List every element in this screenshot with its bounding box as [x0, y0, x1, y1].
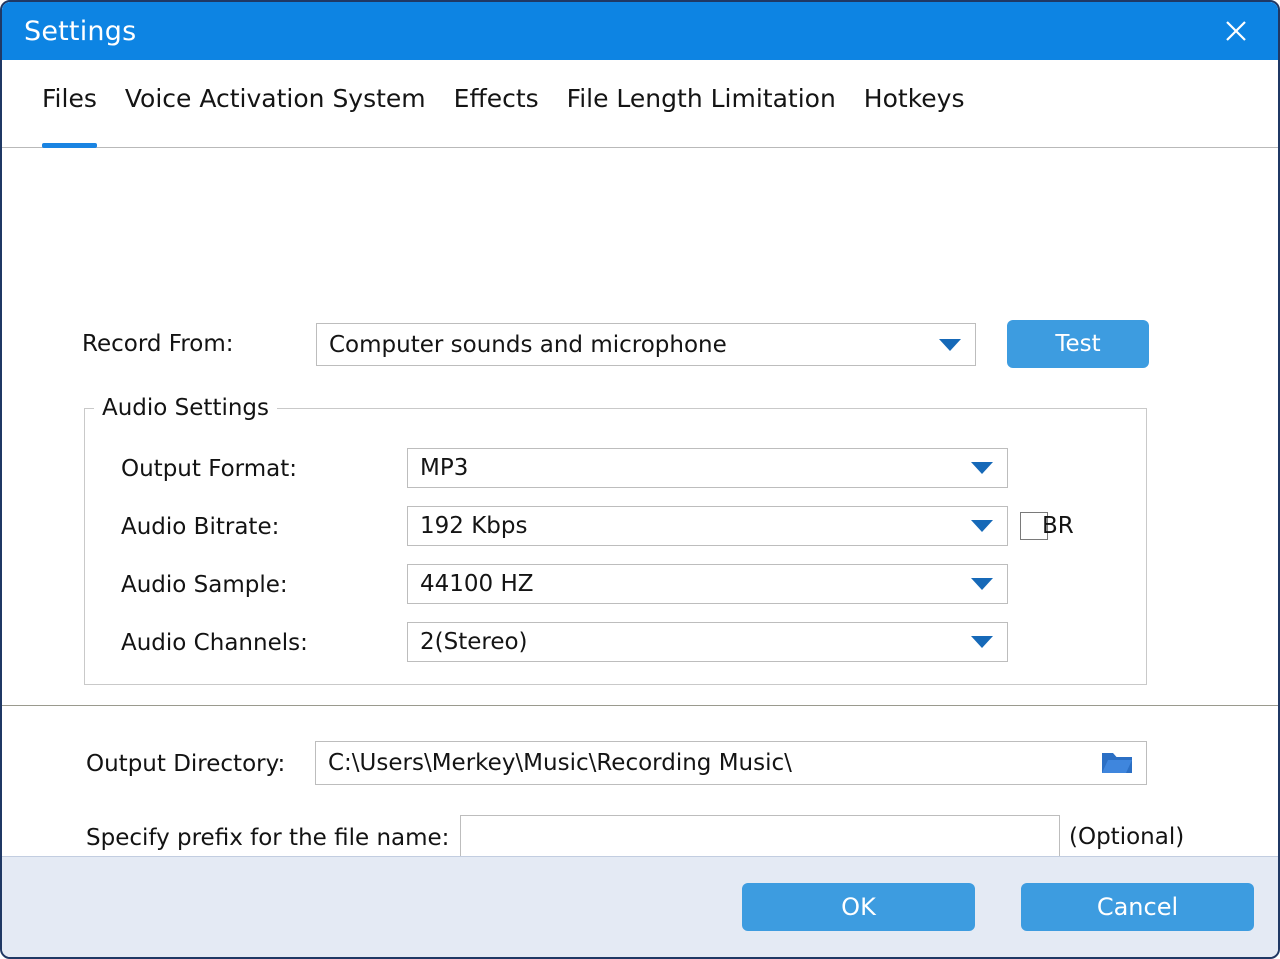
chevron-down-icon	[939, 339, 961, 351]
tab-label: Hotkeys	[864, 84, 965, 113]
tab-voice-activation-system[interactable]: Voice Activation System	[111, 60, 440, 148]
audio-sample-label: Audio Sample:	[121, 572, 288, 598]
tab-label: Effects	[454, 84, 539, 113]
close-icon[interactable]	[1214, 10, 1258, 52]
chevron-down-icon	[971, 578, 993, 590]
vbr-checkbox[interactable]: BR	[1020, 512, 1074, 540]
audio-bitrate-label: Audio Bitrate:	[121, 514, 279, 540]
tab-label: Voice Activation System	[125, 84, 426, 113]
audio-sample-value: 44100 HZ	[420, 571, 534, 597]
tab-hotkeys[interactable]: Hotkeys	[850, 60, 979, 148]
chevron-down-icon	[971, 520, 993, 532]
chevron-down-icon	[971, 462, 993, 474]
audio-channels-label: Audio Channels:	[121, 630, 308, 656]
audio-channels-select[interactable]: 2(Stereo)	[407, 622, 1008, 662]
output-format-label: Output Format:	[121, 456, 297, 482]
output-directory-field[interactable]: C:\Users\Merkey\Music\Recording Music\	[315, 741, 1147, 785]
settings-content: Record From: Computer sounds and microph…	[2, 148, 1278, 856]
audio-settings-legend: Audio Settings	[94, 395, 277, 421]
tab-file-length-limitation[interactable]: File Length Limitation	[553, 60, 850, 148]
prefix-label: Specify prefix for the file name:	[86, 825, 449, 851]
cancel-button[interactable]: Cancel	[1021, 883, 1254, 931]
folder-icon[interactable]	[1094, 746, 1140, 780]
dialog-footer: OK Cancel	[2, 856, 1278, 957]
audio-channels-value: 2(Stereo)	[420, 629, 528, 655]
vbr-label: BR	[1042, 513, 1074, 539]
record-from-label: Record From:	[82, 331, 234, 357]
tab-label: Files	[42, 84, 97, 113]
optional-hint: (Optional)	[1069, 824, 1184, 850]
audio-bitrate-select[interactable]: 192 Kbps	[407, 506, 1008, 546]
chevron-down-icon	[971, 636, 993, 648]
tab-effects[interactable]: Effects	[440, 60, 553, 148]
record-from-value: Computer sounds and microphone	[329, 332, 727, 358]
audio-sample-select[interactable]: 44100 HZ	[407, 564, 1008, 604]
tab-bar: Files Voice Activation System Effects Fi…	[2, 60, 1278, 148]
tab-label: File Length Limitation	[567, 84, 836, 113]
prefix-input[interactable]	[473, 822, 1047, 850]
ok-button[interactable]: OK	[742, 883, 975, 931]
tab-files[interactable]: Files	[40, 60, 111, 148]
record-from-select[interactable]: Computer sounds and microphone	[316, 323, 976, 366]
title-bar: Settings	[2, 2, 1278, 60]
window-title: Settings	[24, 16, 136, 47]
section-divider	[2, 705, 1278, 706]
settings-dialog: Settings Files Voice Activation System E…	[0, 0, 1280, 959]
prefix-field[interactable]	[460, 815, 1060, 857]
test-button[interactable]: Test	[1007, 320, 1149, 368]
output-directory-label: Output Directory:	[86, 751, 285, 777]
audio-bitrate-value: 192 Kbps	[420, 513, 527, 539]
output-format-value: MP3	[420, 455, 468, 481]
output-format-select[interactable]: MP3	[407, 448, 1008, 488]
output-directory-value: C:\Users\Merkey\Music\Recording Music\	[328, 750, 792, 776]
